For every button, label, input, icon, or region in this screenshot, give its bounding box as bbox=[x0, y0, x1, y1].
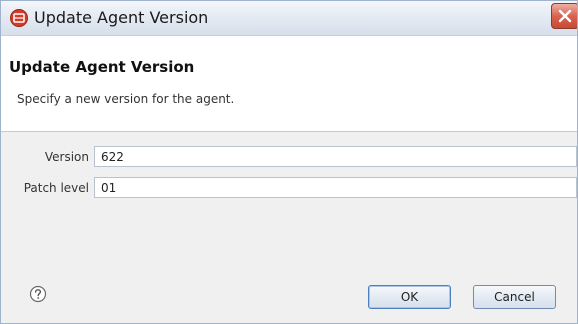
title-bar[interactable]: Update Agent Version bbox=[1, 1, 577, 36]
dialog-window: Update Agent Version Update Agent Versio… bbox=[0, 0, 578, 324]
window-title: Update Agent Version bbox=[34, 8, 209, 27]
close-icon bbox=[558, 9, 572, 23]
patch-level-label: Patch level bbox=[23, 181, 89, 195]
cancel-button[interactable]: Cancel bbox=[473, 285, 556, 309]
banner-description: Specify a new version for the agent. bbox=[17, 92, 235, 106]
ok-button[interactable]: OK bbox=[368, 285, 451, 309]
header-banner: Update Agent Version Specify a new versi… bbox=[1, 36, 577, 132]
app-icon bbox=[10, 9, 28, 27]
version-field[interactable] bbox=[94, 146, 577, 167]
help-icon[interactable] bbox=[29, 285, 47, 303]
close-button[interactable] bbox=[551, 3, 577, 29]
patch-level-field[interactable] bbox=[94, 177, 577, 198]
version-label: Version bbox=[44, 150, 89, 164]
banner-title: Update Agent Version bbox=[9, 58, 195, 76]
